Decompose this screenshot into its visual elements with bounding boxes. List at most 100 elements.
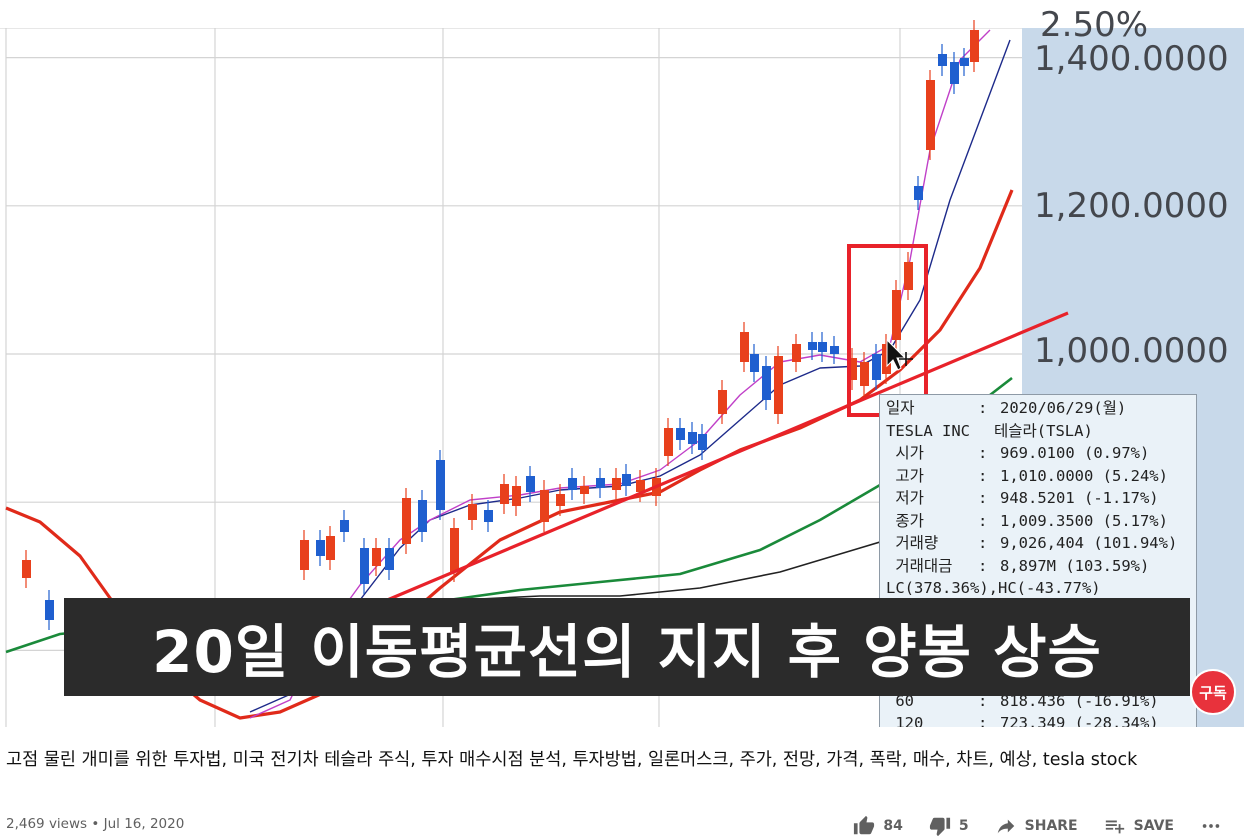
down-candle bbox=[568, 478, 577, 490]
up-candle bbox=[556, 494, 565, 506]
down-candle bbox=[914, 186, 923, 200]
up-candle bbox=[450, 528, 459, 572]
info-row: 종가:1,009.3500 (5.17%) bbox=[886, 510, 1190, 533]
info-separator: : bbox=[978, 489, 988, 507]
up-candle bbox=[326, 536, 335, 560]
separator-dot: • bbox=[91, 816, 104, 832]
dislike-count: 5 bbox=[958, 818, 969, 834]
info-key: LC(378.36%),HC(-43.77%) bbox=[886, 579, 1101, 597]
info-row: LC(378.36%),HC(-43.77%) bbox=[886, 577, 1190, 600]
info-value: 2020/06/29(월) bbox=[1000, 399, 1127, 417]
up-candle bbox=[970, 30, 979, 62]
video-player[interactable]: 1,400.0000 1,200.0000 1,000.0000 2.50% 일자:2… bbox=[0, 0, 1244, 727]
video-meta: 고점 물린 개미를 위한 투자법, 미국 전기차 테슬라 주식, 투자 매수시점… bbox=[0, 727, 1244, 840]
up-candle bbox=[580, 486, 589, 494]
save-label: SAVE bbox=[1133, 818, 1174, 834]
info-value: 948.5201 (-1.17%) bbox=[1000, 489, 1159, 507]
down-candle bbox=[750, 354, 759, 372]
up-candle bbox=[774, 356, 783, 414]
info-separator: : bbox=[978, 534, 988, 552]
subscribe-badge[interactable]: 구독 bbox=[1190, 669, 1236, 715]
up-candle bbox=[926, 80, 935, 150]
info-key: 120 bbox=[886, 714, 924, 727]
down-candle bbox=[762, 366, 771, 400]
video-stats: 2,469 views • Jul 16, 2020 bbox=[6, 816, 184, 832]
down-candle bbox=[808, 342, 817, 350]
price-tick-label: 1,000.0000 bbox=[1034, 331, 1229, 371]
down-candle bbox=[872, 354, 881, 380]
down-candle bbox=[360, 548, 369, 584]
info-value: 테슬라(TSLA) bbox=[994, 421, 1093, 440]
up-candle bbox=[892, 290, 901, 340]
info-value: 723.349 (-28.34%) bbox=[1000, 714, 1159, 727]
info-value: 1,009.3500 (5.17%) bbox=[1000, 511, 1168, 530]
info-row: 거래대금:8,897M (103.59%) bbox=[886, 555, 1190, 578]
info-key: 거래대금 bbox=[886, 556, 953, 575]
up-candle bbox=[512, 486, 521, 506]
down-candle bbox=[484, 510, 493, 522]
up-candle bbox=[860, 362, 869, 386]
down-candle bbox=[818, 342, 827, 352]
info-key: 저가 bbox=[886, 489, 924, 507]
video-title: 고점 물린 개미를 위한 투자법, 미국 전기차 테슬라 주식, 투자 매수시점… bbox=[6, 750, 1138, 770]
up-candle bbox=[22, 560, 31, 578]
info-row: 시가:969.0100 (0.97%) bbox=[886, 442, 1190, 465]
save-button[interactable]: SAVE bbox=[1104, 815, 1174, 837]
info-key: 시가 bbox=[886, 444, 924, 462]
up-candle bbox=[612, 478, 621, 490]
view-count: 2,469 views bbox=[6, 816, 88, 832]
price-tick-label: 1,400.0000 bbox=[1034, 39, 1229, 79]
down-candle bbox=[316, 540, 325, 556]
caption-bar: 20일 이동평균선의 지지 후 양봉 상승 bbox=[64, 598, 1190, 696]
thumbs-down-icon bbox=[929, 817, 950, 837]
thumbs-up-icon bbox=[854, 815, 875, 835]
down-candle bbox=[385, 548, 394, 570]
down-candle bbox=[830, 346, 839, 354]
up-candle bbox=[740, 332, 749, 362]
info-separator: : bbox=[978, 714, 988, 727]
down-candle bbox=[698, 434, 707, 450]
info-row: 120:723.349 (-28.34%) bbox=[886, 712, 1190, 727]
info-value: 9,026,404 (101.94%) bbox=[1000, 534, 1178, 552]
down-candle bbox=[436, 460, 445, 510]
caption-text: 20일 이동평균선의 지지 후 양봉 상승 bbox=[152, 618, 1102, 686]
up-candle bbox=[540, 490, 549, 522]
share-label: SHARE bbox=[1024, 818, 1078, 834]
down-candle bbox=[340, 520, 349, 532]
info-separator: : bbox=[978, 556, 988, 575]
up-candle bbox=[500, 484, 509, 504]
info-row: 일자:2020/06/29(월) bbox=[886, 397, 1190, 420]
down-candle bbox=[596, 478, 605, 488]
info-key: TESLA INC bbox=[886, 421, 970, 440]
down-candle bbox=[418, 500, 427, 532]
down-candle bbox=[938, 54, 947, 66]
up-candle bbox=[372, 548, 381, 566]
share-button[interactable]: SHARE bbox=[995, 815, 1078, 837]
more-actions-button[interactable] bbox=[1200, 815, 1230, 837]
info-value: 969.0100 (0.97%) bbox=[1000, 444, 1150, 462]
playlist-add-icon bbox=[1105, 820, 1124, 834]
action-bar: 84 5 SHARE SAVE bbox=[853, 813, 1244, 839]
info-value: 8,897M (103.59%) bbox=[1000, 556, 1150, 575]
info-row: 거래량:9,026,404 (101.94%) bbox=[886, 532, 1190, 555]
info-key: 일자 bbox=[886, 399, 915, 417]
up-candle bbox=[300, 540, 309, 570]
share-icon bbox=[997, 819, 1014, 834]
info-value: 1,010.0000 (5.24%) bbox=[1000, 466, 1168, 485]
up-candle bbox=[718, 390, 727, 414]
info-row: 고가:1,010.0000 (5.24%) bbox=[886, 465, 1190, 488]
upload-date: Jul 16, 2020 bbox=[103, 816, 185, 832]
info-row: TESLA INC 테슬라(TSLA) bbox=[886, 420, 1190, 443]
info-key: 고가 bbox=[886, 466, 924, 485]
percent-fragment: 2.50% bbox=[1040, 5, 1148, 45]
more-horizontal-icon bbox=[1202, 824, 1220, 828]
down-candle bbox=[622, 474, 631, 486]
like-button[interactable]: 84 bbox=[853, 815, 903, 837]
dislike-button[interactable]: 5 bbox=[929, 815, 969, 837]
info-row: 저가:948.5201 (-1.17%) bbox=[886, 487, 1190, 510]
info-separator: : bbox=[978, 466, 988, 485]
down-candle bbox=[45, 600, 54, 620]
up-candle bbox=[664, 428, 673, 456]
candlesticks bbox=[22, 20, 979, 640]
down-candle bbox=[526, 476, 535, 492]
